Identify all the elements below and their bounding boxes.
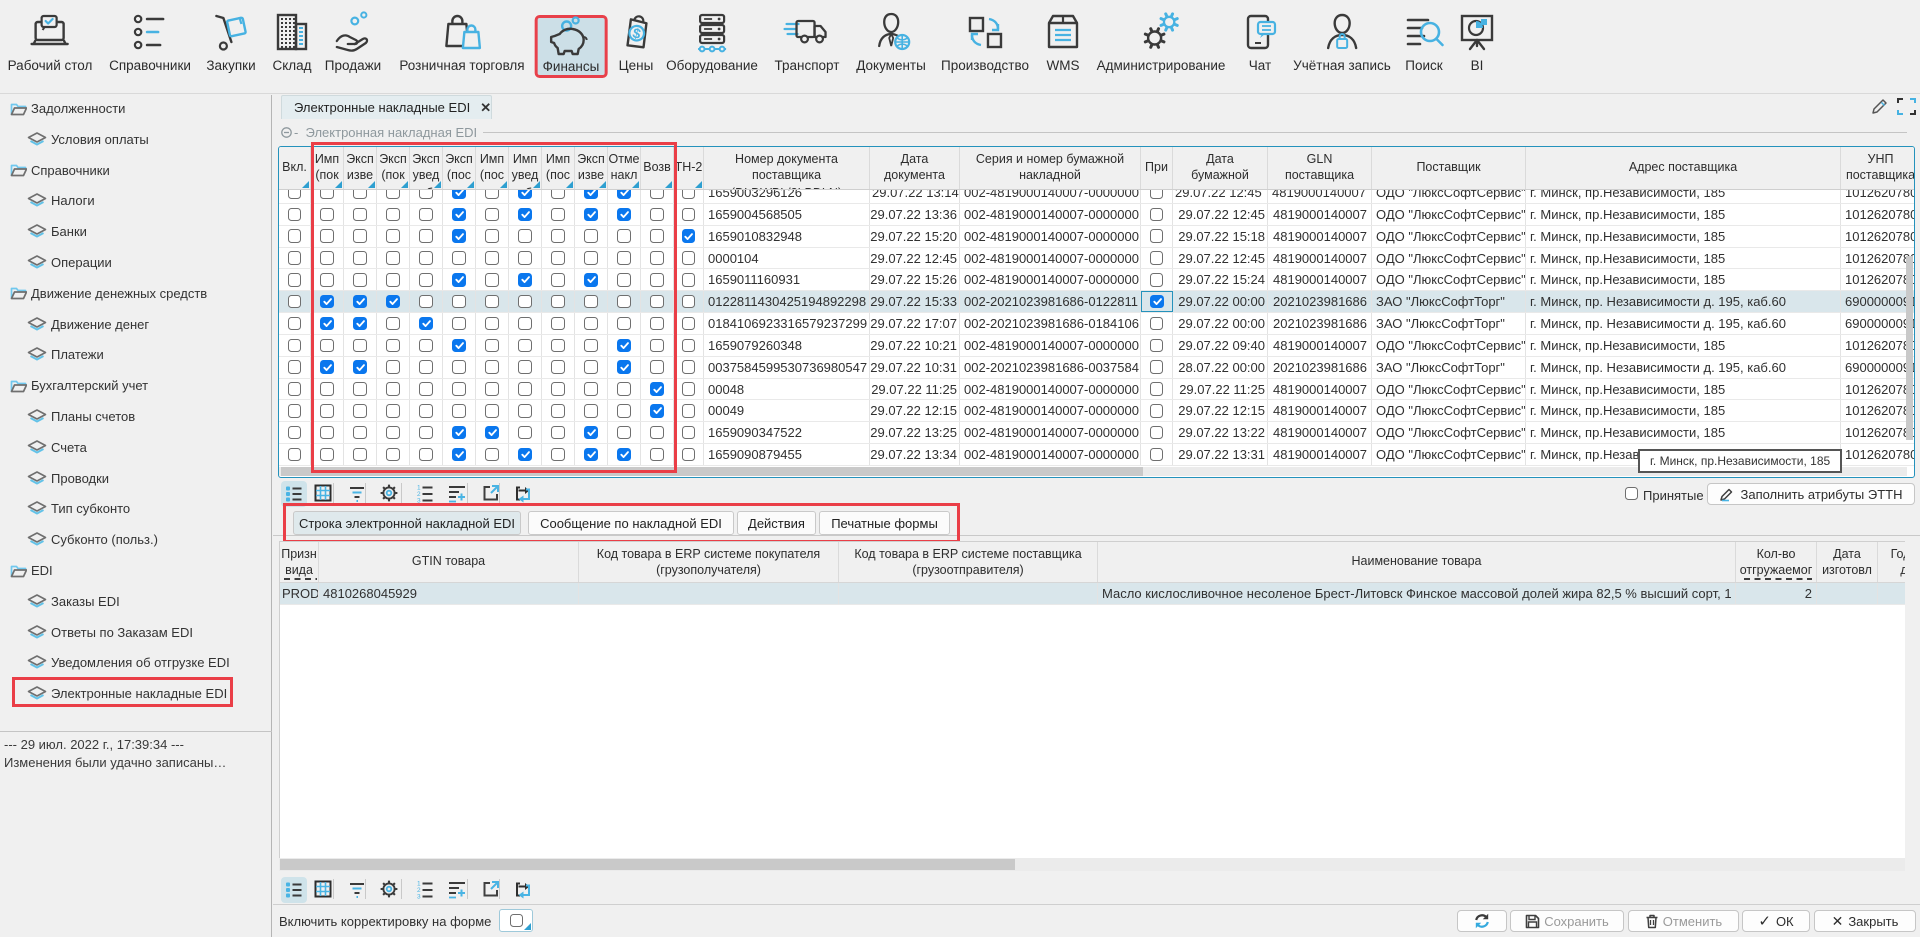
svg-text:3: 3: [417, 894, 421, 900]
